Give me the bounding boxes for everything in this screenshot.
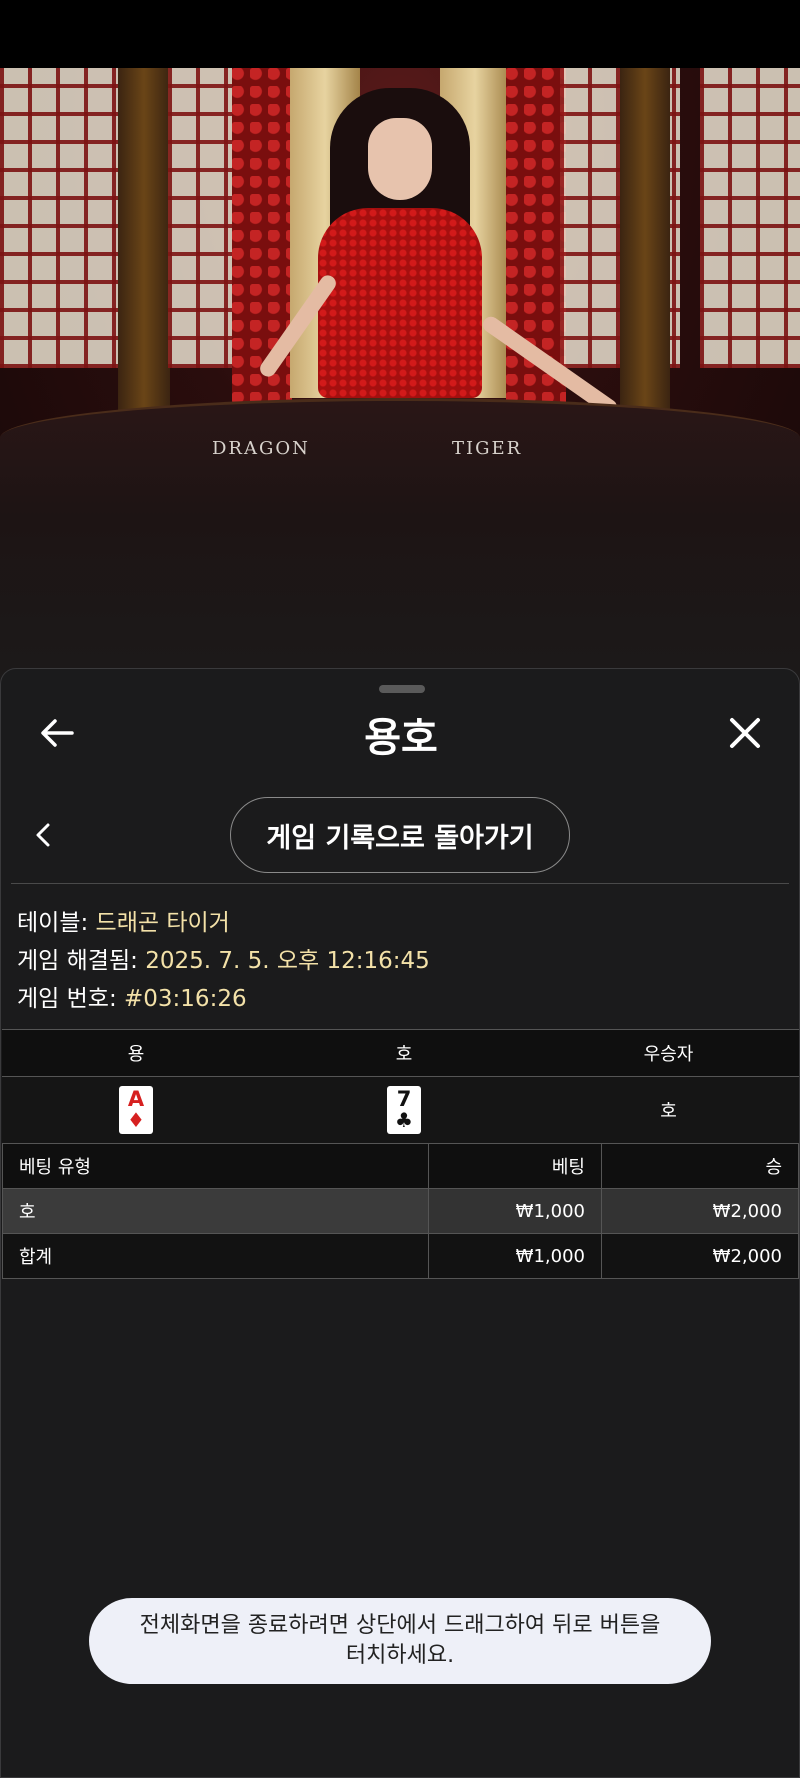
live-video: DRAGON TIGER	[0, 68, 800, 688]
bets-header-row: 베팅 유형 베팅 승	[2, 1143, 799, 1189]
fullscreen-toast: 전체화면을 종료하려면 상단에서 드래그하여 뒤로 버튼을 터치하세요.	[89, 1598, 711, 1684]
resolved-label: 게임 해결됨:	[17, 948, 138, 974]
col-bet: 베팅	[428, 1143, 602, 1189]
table-label: 테이블:	[17, 910, 89, 936]
bet-amount-cell: ₩1,000	[428, 1188, 602, 1234]
close-button[interactable]	[721, 709, 769, 757]
table-row: 호 ₩1,000 ₩2,000	[2, 1188, 799, 1234]
divider	[11, 883, 789, 884]
tiger-card-cell: 7 ♣	[270, 1076, 538, 1143]
dealer-dress	[318, 208, 482, 398]
bet-type-cell: 호	[2, 1188, 429, 1234]
col-win: 승	[601, 1143, 799, 1189]
game-number-info: 게임 번호: #03:16:26	[17, 979, 247, 1013]
col-tiger: 호	[270, 1029, 538, 1077]
total-bet-cell: ₩1,000	[428, 1233, 602, 1279]
close-icon	[730, 718, 760, 748]
result-row: A ♦ 7 ♣ 호	[2, 1076, 799, 1143]
drag-handle[interactable]	[379, 685, 425, 693]
status-bar	[0, 0, 800, 68]
winner-cell: 호	[538, 1076, 799, 1143]
club-icon: ♣	[395, 1108, 413, 1132]
tiger-card-rank: 7	[396, 1087, 412, 1111]
toast-line-1: 전체화면을 종료하려면 상단에서 드래그하여 뒤로 버튼을	[139, 1613, 661, 1638]
total-label-cell: 합계	[2, 1233, 429, 1279]
bets-table: 베팅 유형 베팅 승 호 ₩1,000 ₩2,000 합계 ₩1,000 ₩2,…	[2, 1143, 799, 1279]
col-bet-type: 베팅 유형	[2, 1143, 429, 1189]
table-value: 드래곤 타이거	[95, 910, 230, 936]
toast-line-2: 터치하세요.	[345, 1643, 455, 1668]
dragon-card-rank: A	[127, 1087, 145, 1111]
page-title: 용호	[364, 715, 438, 761]
game-number-label: 게임 번호:	[17, 986, 117, 1012]
resolved-info: 게임 해결됨: 2025. 7. 5. 오후 12:16:45	[17, 941, 430, 975]
lattice-screen	[0, 68, 130, 368]
col-dragon: 용	[2, 1029, 270, 1077]
previous-button[interactable]	[19, 811, 67, 859]
table-info: 테이블: 드래곤 타이거	[17, 903, 230, 937]
dragon-card-cell: A ♦	[2, 1076, 270, 1143]
dragon-card: A ♦	[119, 1086, 153, 1134]
col-winner: 우승자	[538, 1029, 799, 1077]
win-amount-cell: ₩2,000	[601, 1188, 799, 1234]
back-to-history-button[interactable]: 게임 기록으로 돌아가기	[230, 797, 570, 873]
lattice-screen	[700, 68, 800, 368]
diamond-icon: ♦	[127, 1108, 145, 1132]
total-row: 합계 ₩1,000 ₩2,000	[2, 1233, 799, 1279]
total-win-cell: ₩2,000	[601, 1233, 799, 1279]
pillar	[118, 68, 170, 428]
pillar	[620, 68, 670, 428]
table-label-tiger: TIGER	[452, 438, 523, 459]
resolved-value: 2025. 7. 5. 오후 12:16:45	[145, 948, 430, 974]
game-number-value: #03:16:26	[124, 986, 247, 1012]
table-label-dragon: DRAGON	[212, 438, 310, 459]
game-table	[0, 398, 800, 688]
chevron-left-icon	[36, 823, 50, 847]
tiger-card: 7 ♣	[387, 1086, 421, 1134]
result-header-row: 용 호 우승자	[2, 1029, 799, 1077]
result-table: 용 호 우승자 A ♦ 7 ♣ 호	[2, 1029, 799, 1143]
dealer-face	[368, 118, 432, 200]
